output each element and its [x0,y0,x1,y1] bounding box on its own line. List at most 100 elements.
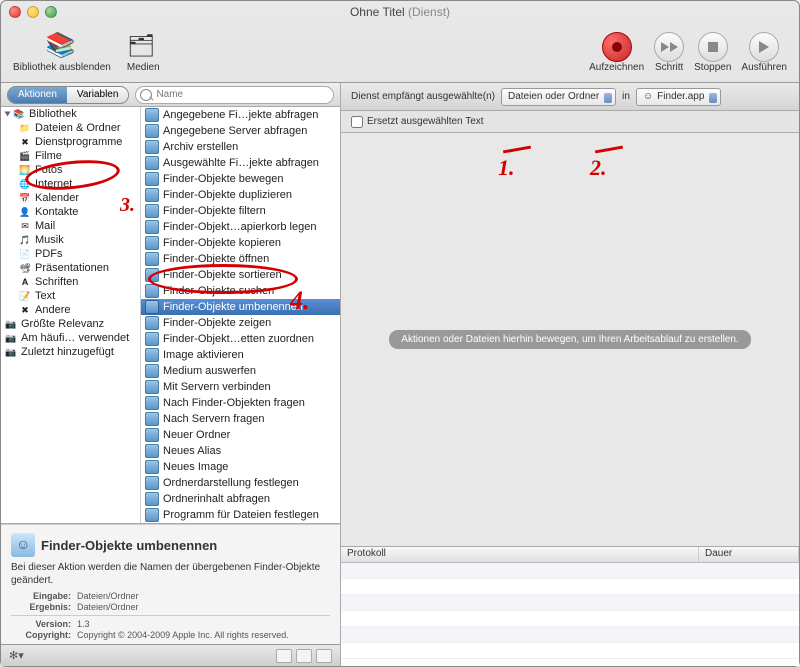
action-item[interactable]: Finder-Objekte zeigen [141,315,340,331]
smart-folder[interactable]: 📷Zuletzt hinzugefügt [1,345,140,359]
action-item[interactable]: Angegebene Server abfragen [141,123,340,139]
library-item[interactable]: 📝Text [1,289,140,303]
library-item[interactable]: 👤Kontakte [1,205,140,219]
replace-text-checkbox[interactable] [351,116,363,128]
log-row [341,563,799,579]
stop-button[interactable]: Stoppen [694,32,731,73]
action-icon [145,460,159,474]
record-icon [602,32,632,62]
hide-library-button[interactable]: 📚 Bibliothek ausblenden [13,32,111,73]
library-tabs: Aktionen Variablen [7,86,129,104]
library-item[interactable]: 🎬Filme [1,149,140,163]
log-col-duration[interactable]: Dauer [699,547,799,562]
action-label: Mit Servern verbinden [163,381,271,393]
media-button[interactable]: 🗂 Medien [127,32,160,73]
tab-variables[interactable]: Variablen [67,87,129,103]
tab-actions[interactable]: Aktionen [8,87,67,103]
action-item[interactable]: Finder-Objekte sortieren [141,267,340,283]
action-item[interactable]: Angegebene Fi…jekte abfragen [141,107,340,123]
detail-version-value: 1.3 [77,619,330,629]
action-item[interactable]: Finder-Objekt…etten zuordnen [141,331,340,347]
action-item[interactable]: Finder-Objekte kopieren [141,235,340,251]
action-item[interactable]: Neues Alias [141,443,340,459]
service-input-popup[interactable]: Dateien oder Ordner [501,88,616,106]
library-item[interactable]: 🌐Internet [1,177,140,191]
action-item[interactable]: Finder-Objekte filtern [141,203,340,219]
record-button[interactable]: Aufzeichnen [589,32,644,73]
view-mode-2[interactable] [296,649,312,663]
action-icon [145,364,159,378]
action-item[interactable]: Neues Image [141,459,340,475]
library-tabbar: Aktionen Variablen [1,83,340,107]
action-item[interactable]: Nach Finder-Objekten fragen [141,395,340,411]
library-item[interactable]: 📄PDFs [1,247,140,261]
action-item[interactable]: Ausgewählte Fi…jekte abfragen [141,155,340,171]
action-item[interactable]: Mit Servern verbinden [141,379,340,395]
action-item[interactable]: Ordnerdarstellung festlegen [141,475,340,491]
log-col-protocol[interactable]: Protokoll [341,547,699,562]
library-item[interactable]: ✖︎Dienstprogramme [1,135,140,149]
action-label: Neuer Ordner [163,429,230,441]
action-icon [145,492,159,506]
stop-label: Stoppen [694,62,731,73]
action-label: Programm für Dateien festlegen [163,509,319,521]
action-item[interactable]: Finder-Objekte duplizieren [141,187,340,203]
service-config-bar: Dienst empfängt ausgewählte(n) Dateien o… [341,83,799,111]
action-item[interactable]: Finder-Objekte umbenennen [141,299,340,315]
library-item[interactable]: 𝐀Schriften [1,275,140,289]
view-mode-1[interactable] [276,649,292,663]
title-subtitle: (Dienst) [408,5,450,19]
search-field[interactable] [135,86,334,104]
service-input-value: Dateien oder Ordner [508,91,599,102]
run-button[interactable]: Ausführen [741,32,787,73]
library-categories[interactable]: 📚Bibliothek📁Dateien & Ordner✖︎Dienstprog… [1,107,141,523]
action-item[interactable]: Archiv erstellen [141,139,340,155]
step-label: Schritt [655,62,683,73]
action-label: Nach Servern fragen [163,413,265,425]
action-label: Finder-Objekte suchen [163,285,274,297]
action-icon [145,380,159,394]
workflow-canvas[interactable]: Aktionen oder Dateien hierhin bewegen, u… [341,133,799,546]
step-button[interactable]: Schritt [654,32,684,73]
action-icon [145,444,159,458]
library-item[interactable]: ✉︎Mail [1,219,140,233]
window: Ohne Titel (Dienst) 📚 Bibliothek ausblen… [0,0,800,667]
action-item[interactable]: Finder-Objekt…apierkorb legen [141,219,340,235]
action-item[interactable]: Finder-Objekte suchen [141,283,340,299]
view-mode-3[interactable] [316,649,332,663]
library-icon: 📚 [46,32,78,60]
smart-folder[interactable]: 📷Am häufi… verwendet [1,331,140,345]
service-app-value: Finder.app [657,91,704,102]
action-label: Ordnerdarstellung festlegen [163,477,299,489]
replace-text-label: Ersetzt ausgewählten Text [367,116,484,127]
library-item[interactable]: 🌅Fotos [1,163,140,177]
action-item[interactable]: Nach Servern fragen [141,411,340,427]
library-item[interactable]: 🎵Musik [1,233,140,247]
action-item[interactable]: Finder-Objekte bewegen [141,171,340,187]
smart-folder[interactable]: 📷Größte Relevanz [1,317,140,331]
action-icon [145,140,159,154]
action-label: Image aktivieren [163,349,244,361]
library-item[interactable]: 📁Dateien & Ordner [1,121,140,135]
action-icon [145,236,159,250]
gear-icon[interactable]: ✻▾ [9,649,24,662]
action-item[interactable]: Neuer Ordner [141,427,340,443]
action-icon [145,332,159,346]
service-app-popup[interactable]: ☺Finder.app [636,88,721,106]
search-input[interactable] [156,87,315,103]
library-root[interactable]: 📚Bibliothek [1,107,140,121]
action-label: Finder-Objekt…etten zuordnen [163,333,314,345]
window-title: Ohne Titel (Dienst) [1,5,799,19]
action-item[interactable]: Medium auswerfen [141,363,340,379]
action-item[interactable]: Ordnerinhalt abfragen [141,491,340,507]
library-item[interactable]: 📽Präsentationen [1,261,140,275]
action-list[interactable]: Angegebene Fi…jekte abfragenAngegebene S… [141,107,340,523]
library-item[interactable]: ✖︎Andere [1,303,140,317]
log-panel: Protokoll Dauer [341,546,799,666]
action-item[interactable]: Finder-Objekte öffnen [141,251,340,267]
detail-copyright-value: Copyright © 2004-2009 Apple Inc. All rig… [77,630,330,640]
log-rows [341,563,799,666]
library-item[interactable]: 📅Kalender [1,191,140,205]
action-item[interactable]: Image aktivieren [141,347,340,363]
action-item[interactable]: Programm für Dateien festlegen [141,507,340,523]
